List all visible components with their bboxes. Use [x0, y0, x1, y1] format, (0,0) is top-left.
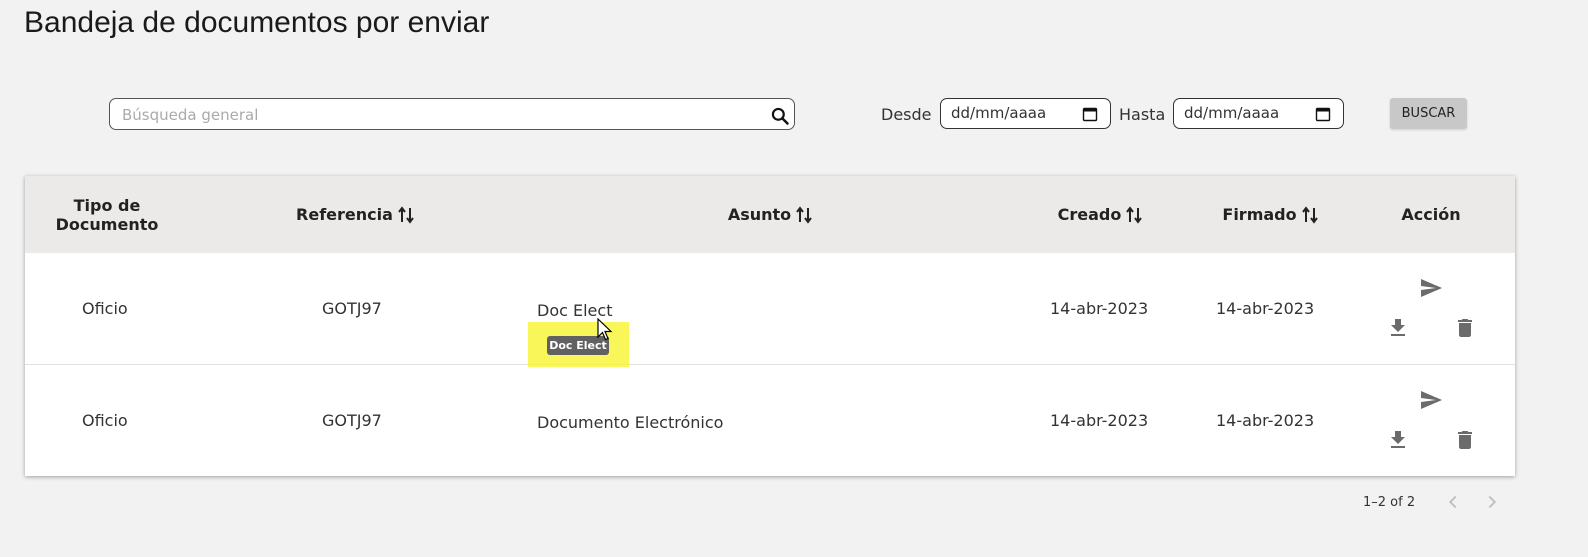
table-row[interactable]: Oficio GOTJ97 Doc Elect 14-abr-2023 14-a…: [25, 253, 1515, 365]
header-accion-label: Acción: [1401, 205, 1461, 224]
cell-creado: 14-abr-2023: [1050, 411, 1149, 430]
calendar-icon[interactable]: [1315, 106, 1331, 122]
calendar-icon[interactable]: [1082, 106, 1098, 122]
cell-referencia: GOTJ97: [322, 411, 382, 430]
sort-icon[interactable]: [398, 205, 414, 224]
send-icon[interactable]: [1419, 388, 1443, 412]
header-accion: Acción: [1381, 176, 1481, 253]
sort-icon[interactable]: [1301, 205, 1318, 224]
header-tipo-label: Tipo de Documento: [55, 195, 159, 234]
to-date-input[interactable]: dd/mm/aaaa: [1173, 98, 1344, 129]
cell-referencia: GOTJ97: [322, 299, 382, 318]
from-date-value: dd/mm/aaaa: [951, 104, 1047, 122]
from-date-label: Desde: [881, 105, 932, 124]
chevron-left-icon[interactable]: [1442, 491, 1464, 513]
chevron-right-icon[interactable]: [1481, 491, 1503, 513]
header-referencia[interactable]: Referencia: [275, 176, 435, 253]
search-input[interactable]: [120, 99, 764, 131]
search-field[interactable]: [109, 98, 795, 131]
cell-firmado: 14-abr-2023: [1216, 299, 1315, 318]
header-asunto[interactable]: Asunto: [705, 176, 835, 253]
table-header: Tipo de Documento Referencia Asunto Crea…: [25, 176, 1515, 253]
download-icon[interactable]: [1386, 316, 1410, 340]
page-title: Bandeja de documentos por enviar: [24, 6, 490, 39]
delete-icon[interactable]: [1453, 316, 1477, 340]
search-button[interactable]: BUSCAR: [1390, 98, 1467, 129]
header-creado[interactable]: Creado: [1040, 176, 1160, 253]
sort-icon[interactable]: [796, 205, 812, 224]
from-date-input[interactable]: dd/mm/aaaa: [940, 98, 1111, 129]
header-firmado-label: Firmado: [1222, 205, 1297, 224]
header-asunto-label: Asunto: [727, 205, 792, 224]
search-icon[interactable]: [770, 106, 790, 126]
to-date-label: Hasta: [1119, 105, 1166, 124]
mouse-cursor-icon: [597, 318, 613, 341]
header-firmado[interactable]: Firmado: [1200, 176, 1340, 253]
cell-tipo: Oficio: [82, 299, 128, 318]
header-referencia-label: Referencia: [296, 205, 393, 224]
pagination-range: 1–2 of 2: [1363, 495, 1416, 510]
documents-table: Tipo de Documento Referencia Asunto Crea…: [25, 176, 1515, 476]
cell-creado: 14-abr-2023: [1050, 299, 1149, 318]
delete-icon[interactable]: [1453, 428, 1477, 452]
send-icon[interactable]: [1419, 276, 1443, 300]
cell-firmado: 14-abr-2023: [1216, 411, 1315, 430]
cell-asunto: Documento Electrónico: [537, 413, 724, 432]
header-tipo: Tipo de Documento: [45, 176, 169, 253]
table-row[interactable]: Oficio GOTJ97 Documento Electrónico 14-a…: [25, 365, 1515, 476]
download-icon[interactable]: [1386, 428, 1410, 452]
header-creado-label: Creado: [1057, 205, 1122, 224]
sort-icon[interactable]: [1126, 205, 1143, 224]
cell-tipo: Oficio: [82, 411, 128, 430]
to-date-value: dd/mm/aaaa: [1184, 104, 1280, 122]
